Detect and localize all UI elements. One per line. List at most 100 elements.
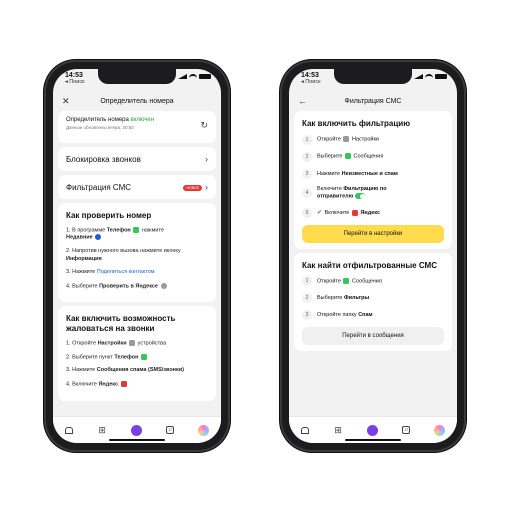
step-number: 1 (302, 276, 312, 287)
back-to-search[interactable]: ◂ Поиск (65, 79, 85, 85)
enable-step-5: 5 ✔ Включите Яндекс (302, 207, 444, 218)
inbox-icon[interactable]: 17 (166, 426, 175, 434)
avatar-icon[interactable] (434, 424, 446, 436)
step-text: В программе (72, 227, 106, 234)
step-bold: Яндекс (98, 381, 119, 388)
step-number: 3 (302, 310, 312, 321)
step-number: 1. (66, 227, 71, 234)
step-number: 3. (66, 269, 71, 276)
step-bold: Фильтры (343, 295, 370, 302)
checkmark-icon: ✔ (317, 210, 323, 217)
notch (98, 69, 176, 84)
identifier-card: Определитель номера включен Данные обнов… (58, 111, 216, 143)
step-text: Нажмите (317, 170, 341, 177)
check-number-title: Как проверить номер (66, 211, 152, 220)
step-content: Нажмите Неизвестные и спам (317, 171, 398, 177)
step-bold: Проверить в Яндексе (99, 283, 158, 290)
sms-filter-right: НОВОЕ › (183, 182, 208, 192)
battery-icon (199, 74, 211, 79)
step-number: 4. (66, 381, 71, 388)
step-bold: отправителю (317, 193, 354, 200)
close-icon[interactable]: ✕ (62, 96, 70, 107)
sms-filter-row[interactable]: Фильтрация СМС НОВОЕ › (58, 175, 216, 199)
home-icon[interactable] (64, 426, 73, 434)
step-content: Откройте Сообщения (317, 278, 382, 285)
step-number: 3 (302, 168, 312, 179)
settings-icon (129, 339, 136, 346)
share-contact-link[interactable]: Поделиться контактом (97, 269, 155, 275)
wifi-icon (189, 74, 197, 79)
step-text: Выберите (72, 283, 98, 290)
left-header: ✕ Определитель номера (53, 93, 221, 109)
back-to-search[interactable]: ◂ Поиск (301, 79, 321, 85)
back-arrow-icon[interactable]: ← (298, 96, 307, 106)
info-icon (95, 234, 102, 241)
step-content: ✔ Включите Яндекс (317, 209, 380, 216)
step-number: 2 (302, 293, 312, 304)
step-text: Включите (72, 381, 97, 388)
new-badge: НОВОЕ (183, 184, 202, 191)
block-calls-row[interactable]: Блокировка звонков › (58, 147, 216, 171)
left-phone: 14:53 ◂ Поиск ✕ Определитель номера Опре… (46, 62, 228, 450)
identifier-updated: Данные обновлены вчера, 20:50 (66, 125, 134, 130)
step-text: Нажмите (72, 367, 96, 374)
enable-step-1: 1 Откройте Настройки (302, 134, 444, 145)
right-content: Как включить фильтрацию 1 Откройте Настр… (289, 111, 457, 417)
step-content: Откройте папку Спам (317, 312, 373, 318)
step-number: 2. (66, 354, 71, 360)
find-step-1: 1 Откройте Сообщения (302, 276, 444, 287)
yandex-icon (120, 380, 127, 387)
check-step-2: 2. Напротив нужного вызова нажмите иконк… (66, 248, 208, 263)
complain-card: Как включить возможность жаловаться на з… (58, 306, 216, 401)
alice-icon[interactable] (367, 424, 379, 436)
check-step-1: 1. В программе Телефон нажмите Недавние (66, 226, 208, 243)
status-bar: 14:53 ◂ Поиск (65, 72, 85, 85)
signal-icon (178, 74, 187, 79)
status-icons (178, 74, 211, 79)
step-text: Сообщения (351, 278, 382, 285)
status-time: 14:53 (301, 72, 319, 79)
enable-filter-title: Как включить фильтрацию (302, 119, 411, 128)
complain-step-1: 1. Откройте Настройки устройства (66, 339, 208, 348)
check-step-3: 3. Нажмите Поделиться контактом (66, 269, 208, 276)
go-to-messages-button[interactable]: Перейти в сообщения (302, 327, 444, 346)
go-to-settings-button[interactable]: Перейти в настройки (302, 224, 444, 243)
complain-step-4: 4. Включите Яндекс (66, 380, 208, 389)
messages-icon (343, 278, 350, 285)
check-number-card: Как проверить номер 1. В программе Телеф… (58, 203, 216, 303)
step-bold: Спам (358, 312, 373, 319)
step-number: 3. (66, 367, 71, 374)
complain-title: Как включить возможность жаловаться на з… (66, 314, 176, 334)
yandex-icon (351, 209, 358, 216)
step-text: Откройте папку (317, 312, 357, 319)
step-text: Включите (317, 185, 342, 192)
step-bold: Телефон (106, 227, 131, 234)
enable-step-2: 2 Выберите Сообщения (302, 151, 444, 162)
step-bold: Телефон (114, 354, 139, 360)
grid-icon[interactable]: ⊞ (97, 425, 108, 436)
step-number: 4. (66, 283, 71, 290)
phone-app-icon (140, 353, 147, 360)
alice-icon[interactable] (131, 424, 143, 436)
home-icon[interactable] (300, 426, 309, 434)
avatar-icon[interactable] (198, 424, 210, 436)
enable-filter-card: Как включить фильтрацию 1 Откройте Настр… (294, 111, 452, 249)
refresh-icon[interactable]: ↻ (200, 120, 208, 131)
home-indicator (109, 439, 165, 441)
inbox-icon[interactable]: 17 (402, 426, 411, 434)
step-number: 4 (302, 188, 312, 199)
step-bold: Неизвестные и спам (341, 170, 398, 177)
step-bold: Сообщения спама (SMS/звонки) (96, 367, 184, 374)
status-bar: 14:53 ◂ Поиск (301, 72, 321, 85)
step-text: Включите (324, 210, 350, 217)
step-bold: Информация (66, 255, 102, 262)
grid-icon[interactable]: ⊞ (333, 425, 344, 436)
inbox-count: 17 (404, 428, 409, 432)
step-number: 1. (66, 340, 71, 347)
step-bold: Недавние (66, 234, 93, 241)
identifier-label: Определитель номера (66, 117, 129, 123)
step-content: Выберите Фильтры (317, 295, 369, 301)
step-content: Включите Фильтрацию по отправителю (317, 186, 387, 201)
phone-app-icon (133, 226, 140, 233)
page-title: Фильтрация СМС (344, 97, 402, 105)
